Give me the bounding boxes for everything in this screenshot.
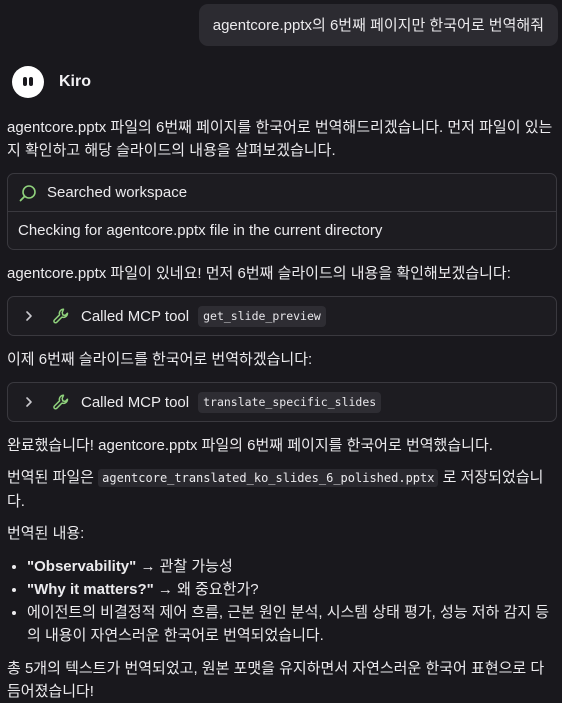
search-card-detail: Checking for agentcore.pptx file in the … bbox=[18, 222, 383, 239]
list-item: "Why it matters?" → 왜 중요한가? bbox=[27, 578, 557, 601]
user-message-bubble: agentcore.pptx의 6번째 페이지만 한국어로 번역해줘 bbox=[198, 4, 558, 46]
wrench-icon bbox=[52, 307, 70, 325]
intro-text: agentcore.pptx 파일의 6번째 페이지를 한국어로 번역해드리겠습… bbox=[7, 119, 553, 159]
translation-source: "Why it matters?" bbox=[27, 581, 154, 598]
user-message-text: agentcore.pptx의 6번째 페이지만 한국어로 번역해줘 bbox=[212, 17, 544, 34]
saved-file-text: 번역된 파일은 agentcore_translated_ko_slides_6… bbox=[7, 466, 557, 513]
search-card-detail-row: Checking for agentcore.pptx file in the … bbox=[8, 212, 556, 249]
arrow-icon: → bbox=[140, 558, 156, 575]
tool-call-label: Called MCP tool bbox=[81, 307, 190, 325]
found-file-text: agentcore.pptx 파일이 있네요! 먼저 6번째 슬라이드의 내용을… bbox=[7, 265, 511, 282]
tool-call-card-2[interactable]: Called MCP tool translate_specific_slide… bbox=[7, 382, 557, 422]
translation-target: 왜 중요한가? bbox=[177, 581, 259, 598]
wrench-icon bbox=[52, 393, 70, 411]
searched-workspace-card[interactable]: Searched workspace Checking for agentcor… bbox=[7, 173, 557, 250]
agent-header: Kiro bbox=[12, 66, 91, 98]
translate-now-text: 이제 6번째 슬라이드를 한국어로 번역하겠습니다: bbox=[7, 351, 313, 368]
saved-prefix: 번역된 파일은 bbox=[7, 469, 94, 486]
list-item: 에이전트의 비결정적 제어 흐름, 근본 원인 분석, 시스템 상태 평가, 성… bbox=[27, 601, 557, 647]
translation-source: "Observability" bbox=[27, 558, 137, 575]
tool-call-card-1[interactable]: Called MCP tool get_slide_preview bbox=[7, 296, 557, 336]
saved-filename: agentcore_translated_ko_slides_6_polishe… bbox=[98, 469, 439, 487]
arrow-icon: → bbox=[157, 581, 173, 598]
agent-name: Kiro bbox=[59, 73, 91, 90]
search-card-title: Searched workspace bbox=[47, 184, 188, 201]
kiro-avatar-icon bbox=[12, 66, 44, 98]
translation-list: "Observability" → 관찰 가능성 "Why it matters… bbox=[7, 555, 557, 647]
tool-name-badge: get_slide_preview bbox=[198, 305, 326, 327]
translation-target: 관찰 가능성 bbox=[159, 558, 233, 575]
tool-call-label: Called MCP tool bbox=[81, 393, 190, 411]
chevron-right-icon[interactable] bbox=[25, 310, 35, 322]
chevron-right-icon[interactable] bbox=[25, 396, 35, 408]
tool-name-badge: translate_specific_slides bbox=[198, 391, 382, 413]
list-item: "Observability" → 관찰 가능성 bbox=[27, 555, 557, 578]
translated-heading: 번역된 내용: bbox=[7, 525, 85, 542]
translation-note: 에이전트의 비결정적 제어 흐름, 근본 원인 분석, 시스템 상태 평가, 성… bbox=[27, 604, 550, 644]
summary-text: 총 5개의 텍스트가 번역되었고, 원본 포맷을 유지하면서 자연스러운 한국어… bbox=[7, 660, 545, 700]
agent-response: agentcore.pptx 파일의 6번째 페이지를 한국어로 번역해드리겠습… bbox=[7, 116, 557, 703]
search-card-header[interactable]: Searched workspace bbox=[8, 174, 556, 212]
search-icon bbox=[19, 184, 37, 202]
done-text: 완료했습니다! agentcore.pptx 파일의 6번째 페이지를 한국어로… bbox=[7, 437, 493, 454]
